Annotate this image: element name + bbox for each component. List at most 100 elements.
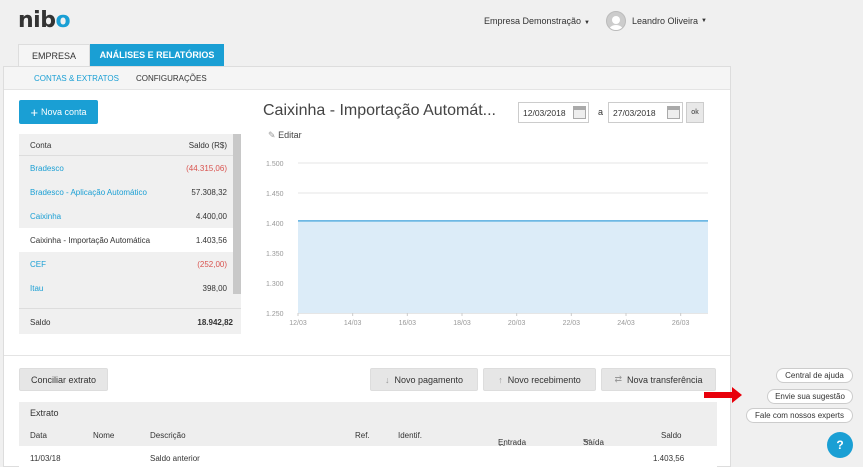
col-date: Data (30, 431, 47, 440)
user-name: Leandro Oliveira (632, 16, 699, 26)
chevron-down-icon: ▼ (584, 20, 590, 26)
subnav-contas-extratos[interactable]: CONTAS & EXTRATOS (34, 74, 119, 83)
col-saldo: Saldo (661, 431, 682, 440)
main-panel: CONTAS & EXTRATOS CONFIGURAÇÕES + Nova co… (3, 66, 731, 467)
chevron-down-icon: ▼ (701, 18, 707, 24)
account-balance: (44.315,06) (186, 164, 227, 173)
tab-empresa[interactable]: EMPRESA (18, 44, 90, 66)
date-to-input[interactable]: 27/03/2018 (608, 102, 683, 123)
account-balance: 1.403,56 (195, 236, 227, 245)
x-tick-label: 16/03 (399, 320, 417, 327)
account-title: Caixinha - Importação Automát... (263, 102, 496, 119)
account-row[interactable]: CEF (252,00) (19, 252, 241, 276)
account-name: Bradesco - Aplicação Automático (30, 188, 147, 197)
reconcile-button[interactable]: Conciliar extrato (19, 368, 108, 391)
new-transfer-button[interactable]: ⇄ Nova transferência (601, 368, 716, 391)
account-row[interactable]: Caixinha 4.400,00 (19, 204, 241, 228)
account-balance: 57.308,32 (191, 188, 227, 197)
send-suggestion-link[interactable]: Envie sua sugestão (767, 389, 853, 404)
x-tick-label: 18/03 (453, 320, 471, 327)
total-value: 18.942,82 (197, 318, 233, 327)
transfer-icon: ⇄ (614, 374, 622, 384)
company-name: Empresa Demonstração (484, 16, 582, 26)
new-receipt-label: Novo recebimento (507, 374, 581, 385)
new-payment-label: Novo pagamento (394, 374, 464, 385)
new-account-label: Nova conta (41, 107, 87, 117)
account-row[interactable]: Bradesco (44.315,06) (19, 156, 241, 180)
reconcile-label: Conciliar extrato (30, 374, 97, 385)
company-selector[interactable]: Empresa Demonstração ▼ (484, 16, 590, 26)
date-to-value: 27/03/2018 (613, 108, 656, 118)
total-label: Saldo (30, 318, 51, 327)
row-description: Saldo anterior (150, 454, 200, 463)
avatar (606, 11, 626, 31)
statement-header: Data Nome Descrição Ref. Identif. ︿ Entr… (19, 424, 717, 448)
account-row-selected[interactable]: Caixinha - Importação Automática 1.403,5… (19, 228, 241, 252)
tab-analises-relatorios[interactable]: ANÁLISES E RELATÓRIOS (90, 44, 224, 66)
calendar-icon[interactable] (573, 106, 586, 119)
x-tick-label: 24/03 (617, 320, 635, 327)
subnav-configuracoes[interactable]: CONFIGURAÇÕES (136, 74, 207, 83)
series-area (298, 220, 708, 313)
edit-link[interactable]: ✎ Editar (268, 130, 302, 141)
accounts-table: Conta Saldo (R$) Bradesco (44.315,06) Br… (19, 134, 241, 334)
accounts-total: Saldo 18.942,82 (19, 308, 241, 334)
ok-button[interactable]: ok (686, 102, 704, 123)
account-balance: 398,00 (202, 284, 227, 293)
account-name: Bradesco (30, 164, 64, 173)
account-name: Itau (30, 284, 44, 293)
account-balance: 4.400,00 (195, 212, 227, 221)
new-receipt-button[interactable]: ↑ Novo recebimento (483, 368, 596, 391)
red-arrow-icon (732, 387, 742, 403)
col-balance: Saldo (R$) (188, 141, 227, 150)
edit-label: Editar (278, 130, 302, 140)
account-balance: (252,00) (197, 260, 227, 269)
y-tick-label: 1.500 (266, 161, 284, 168)
date-from-value: 12/03/2018 (523, 108, 566, 118)
statement-table: Extrato Data Nome Descrição Ref. Identif… (19, 402, 717, 467)
account-row[interactable]: Itau 398,00 (19, 276, 241, 300)
col-description: Descrição (150, 431, 186, 440)
col-ref: Ref. (355, 431, 370, 440)
y-tick-label: 1.350 (266, 251, 284, 258)
help-center-link[interactable]: Central de ajuda (776, 368, 853, 383)
accounts-header: Conta Saldo (R$) (19, 134, 241, 156)
arrow-down-icon: ↓ (384, 374, 390, 385)
new-account-button[interactable]: + Nova conta (19, 100, 98, 124)
x-tick-label: 22/03 (563, 320, 581, 327)
date-separator: a (598, 107, 604, 117)
nibo-logo[interactable]: nibo (18, 8, 71, 33)
date-from-input[interactable]: 12/03/2018 (518, 102, 589, 123)
x-tick-label: 20/03 (508, 320, 526, 327)
y-tick-label: 1.250 (266, 311, 284, 318)
subnav: CONTAS & EXTRATOS CONFIGURAÇÕES (4, 67, 730, 90)
table-row[interactable]: 11/03/18 Saldo anterior 1.403,56 (19, 446, 717, 467)
help-button[interactable]: ? (827, 432, 853, 458)
divider (4, 355, 730, 356)
account-name: Caixinha - Importação Automática (30, 236, 151, 245)
row-date: 11/03/18 (30, 454, 61, 463)
pencil-icon: ✎ (268, 130, 276, 140)
col-identif: Identif. (398, 431, 423, 440)
red-arrow-shaft (704, 392, 734, 398)
col-account: Conta (30, 141, 52, 150)
x-tick-label: 12/03 (289, 320, 307, 327)
col-name: Nome (93, 431, 115, 440)
calendar-icon[interactable] (667, 106, 680, 119)
x-tick-label: 26/03 (672, 320, 690, 327)
accounts-scrollbar[interactable] (233, 134, 241, 294)
account-row[interactable]: Bradesco - Aplicação Automático 57.308,3… (19, 180, 241, 204)
account-name: Caixinha (30, 212, 62, 221)
new-transfer-label: Nova transferência (627, 374, 703, 385)
talk-to-experts-link[interactable]: Fale com nossos experts (746, 408, 853, 423)
new-payment-button[interactable]: ↓ Novo pagamento (370, 368, 478, 391)
y-tick-label: 1.400 (266, 221, 284, 228)
arrow-up-icon: ↑ (498, 374, 503, 385)
account-name: CEF (30, 260, 46, 269)
user-menu[interactable]: Leandro Oliveira ▼ (606, 11, 707, 31)
x-tick-label: 14/03 (344, 320, 362, 327)
y-tick-label: 1.300 (266, 281, 284, 288)
statement-title: Extrato (30, 408, 59, 418)
balance-chart: 1.500 1.450 1.400 1.350 1.300 1.250 12/03 14/03… (266, 161, 708, 327)
row-balance: 1.403,56 (653, 454, 685, 463)
